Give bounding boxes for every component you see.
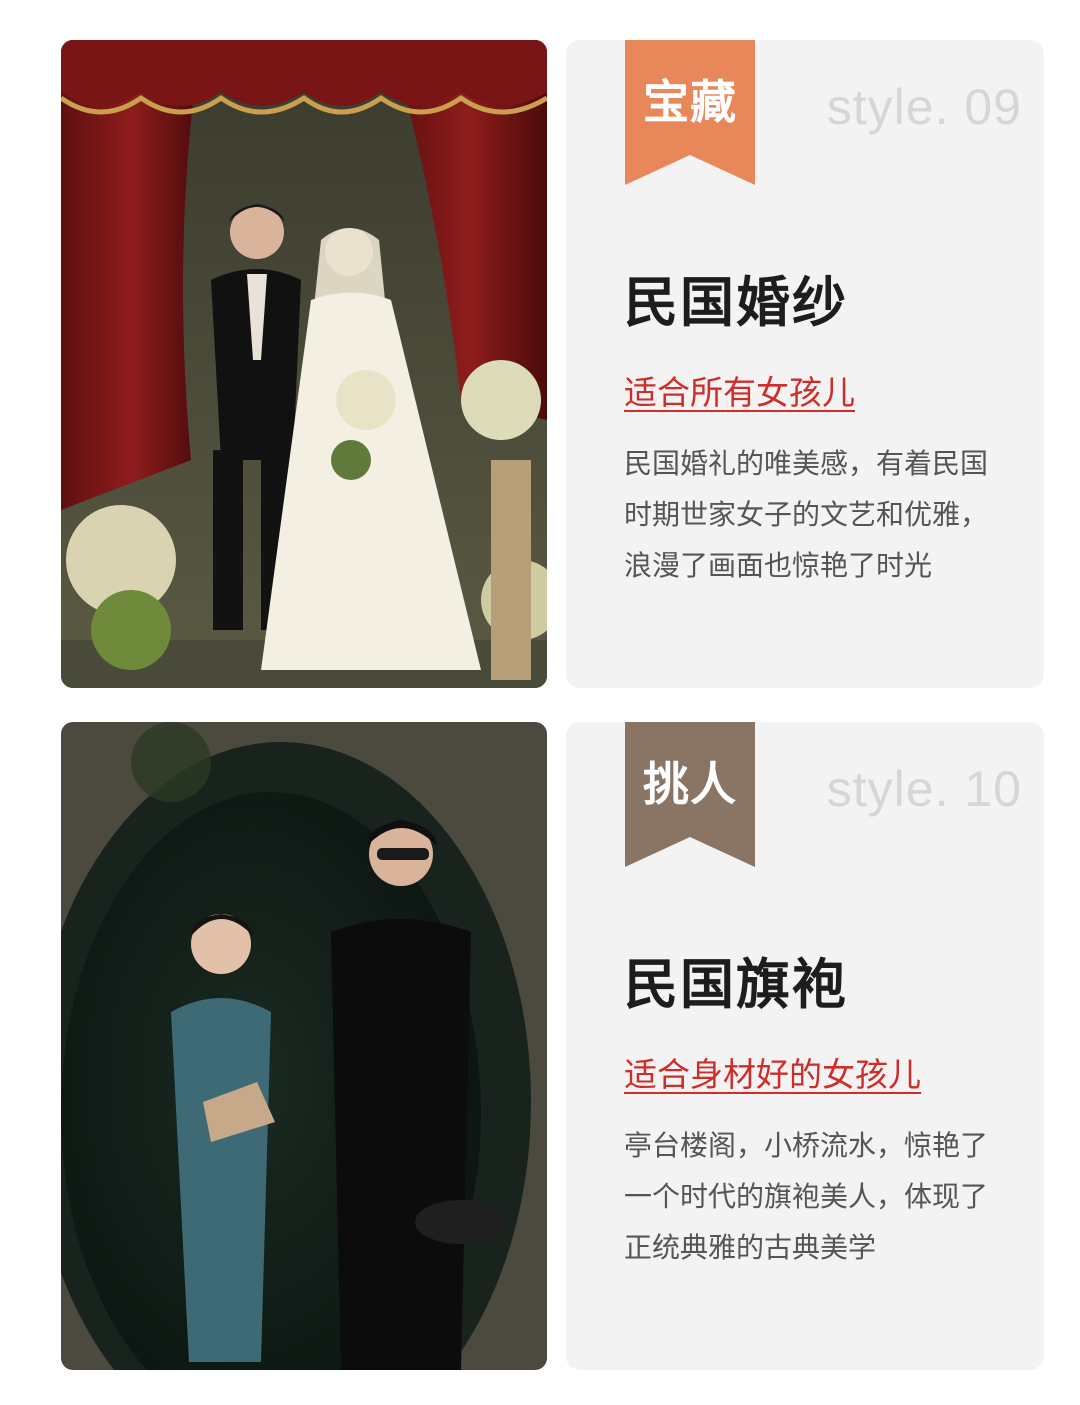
description-line: 一个时代的旗袍美人，体现了: [624, 1180, 989, 1213]
style-card-09: 宝藏 style. 09 民国婚纱 适合所有女孩儿 民国婚礼的唯美感，有着民国 …: [566, 40, 1044, 688]
style-subtitle-link[interactable]: 适合所有女孩儿: [624, 366, 855, 414]
style-card-10: 挑人 style. 10 民国旗袍 适合身材好的女孩儿 亭台楼阁，小桥流水，惊艳…: [566, 722, 1044, 1370]
style-subtitle-link[interactable]: 适合身材好的女孩儿: [624, 1048, 921, 1096]
style-row-09: 宝藏 style. 09 民国婚纱 适合所有女孩儿 民国婚礼的唯美感，有着民国 …: [0, 40, 1080, 688]
tag-ribbon: 宝藏: [625, 40, 755, 185]
style-description: 亭台楼阁，小桥流水，惊艳了 一个时代的旗袍美人，体现了 正统典雅的古典美学: [624, 1120, 1024, 1273]
tag-label: 挑人: [643, 757, 737, 811]
description-line: 浪漫了画面也惊艳了时光: [624, 549, 933, 582]
description-line: 亭台楼阁，小桥流水，惊艳了: [624, 1129, 989, 1162]
style-number: style. 10: [826, 761, 1022, 817]
description-line: 正统典雅的古典美学: [624, 1231, 877, 1264]
description-line: 民国婚礼的唯美感，有着民国: [624, 447, 989, 480]
qipao-photo[interactable]: [61, 722, 547, 1370]
tag-label: 宝藏: [643, 75, 737, 129]
style-number: style. 09: [826, 79, 1022, 135]
description-line: 时期世家女子的文艺和优雅，: [624, 498, 989, 531]
tag-ribbon: 挑人: [625, 722, 755, 867]
style-title: 民国婚纱: [624, 271, 848, 334]
style-description: 民国婚礼的唯美感，有着民国 时期世家女子的文艺和优雅， 浪漫了画面也惊艳了时光: [624, 438, 1024, 591]
wedding-photo[interactable]: [61, 40, 547, 688]
style-title: 民国旗袍: [624, 953, 848, 1016]
style-row-10: 挑人 style. 10 民国旗袍 适合身材好的女孩儿 亭台楼阁，小桥流水，惊艳…: [0, 722, 1080, 1370]
